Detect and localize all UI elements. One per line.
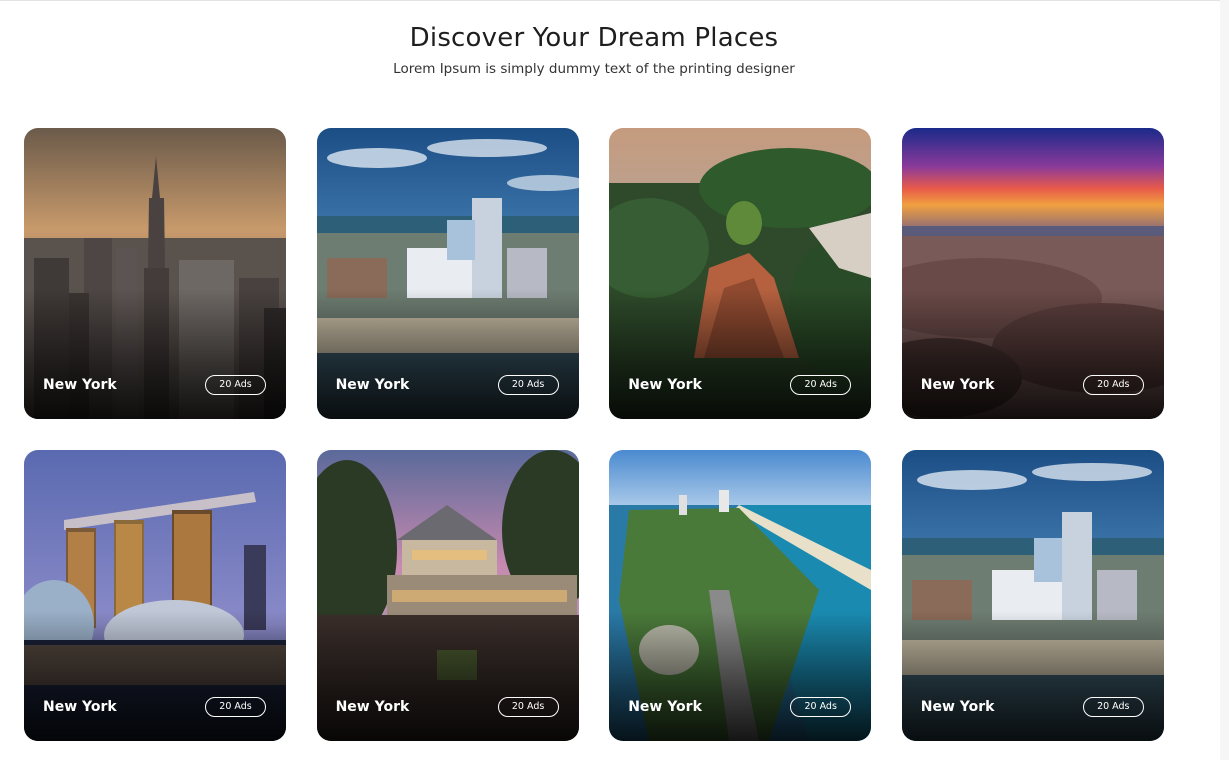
- page-scrollbar[interactable]: [1220, 0, 1229, 760]
- card-overlay: [609, 289, 872, 419]
- card-overlay: [609, 611, 872, 741]
- ads-count-badge[interactable]: 20 Ads: [790, 375, 852, 395]
- place-card[interactable]: New York 20 Ads: [609, 128, 872, 419]
- place-card[interactable]: New York 20 Ads: [24, 128, 286, 419]
- card-overlay: [316, 289, 579, 419]
- section-title: Discover Your Dream Places: [409, 23, 779, 53]
- ads-count-badge[interactable]: 20 Ads: [1082, 375, 1144, 395]
- card-overlay: [24, 611, 286, 741]
- ads-count-badge[interactable]: 20 Ads: [205, 697, 266, 717]
- card-overlay: [24, 289, 286, 419]
- place-card[interactable]: New York 20 Ads: [316, 450, 579, 741]
- place-card[interactable]: New York 20 Ads: [24, 450, 286, 741]
- card-overlay: [901, 289, 1164, 419]
- top-divider: [0, 0, 1229, 1]
- card-overlay: [901, 611, 1164, 741]
- place-card[interactable]: New York 20 Ads: [901, 450, 1164, 741]
- place-card[interactable]: New York 20 Ads: [316, 128, 579, 419]
- places-grid: New York 20 Ads New York 20 Ads New York…: [24, 128, 1164, 741]
- ads-count-badge[interactable]: 20 Ads: [497, 375, 559, 395]
- place-name: New York: [628, 699, 702, 715]
- place-name: New York: [335, 699, 410, 715]
- ads-count-badge[interactable]: 20 Ads: [1082, 697, 1144, 717]
- place-name: New York: [920, 377, 995, 393]
- place-name: New York: [920, 699, 995, 715]
- ads-count-badge[interactable]: 20 Ads: [790, 697, 852, 717]
- place-card[interactable]: New York 20 Ads: [609, 450, 872, 741]
- ads-count-badge[interactable]: 20 Ads: [205, 375, 266, 395]
- ads-count-badge[interactable]: 20 Ads: [497, 697, 559, 717]
- section-subtitle: Lorem Ipsum is simply dummy text of the …: [393, 61, 795, 77]
- section-header: Discover Your Dream Places Lorem Ipsum i…: [0, 20, 1188, 78]
- place-name: New York: [628, 377, 702, 393]
- place-name: New York: [335, 377, 410, 393]
- place-name: New York: [43, 377, 117, 393]
- card-overlay: [316, 611, 579, 741]
- place-name: New York: [43, 699, 117, 715]
- place-card[interactable]: New York 20 Ads: [901, 128, 1164, 419]
